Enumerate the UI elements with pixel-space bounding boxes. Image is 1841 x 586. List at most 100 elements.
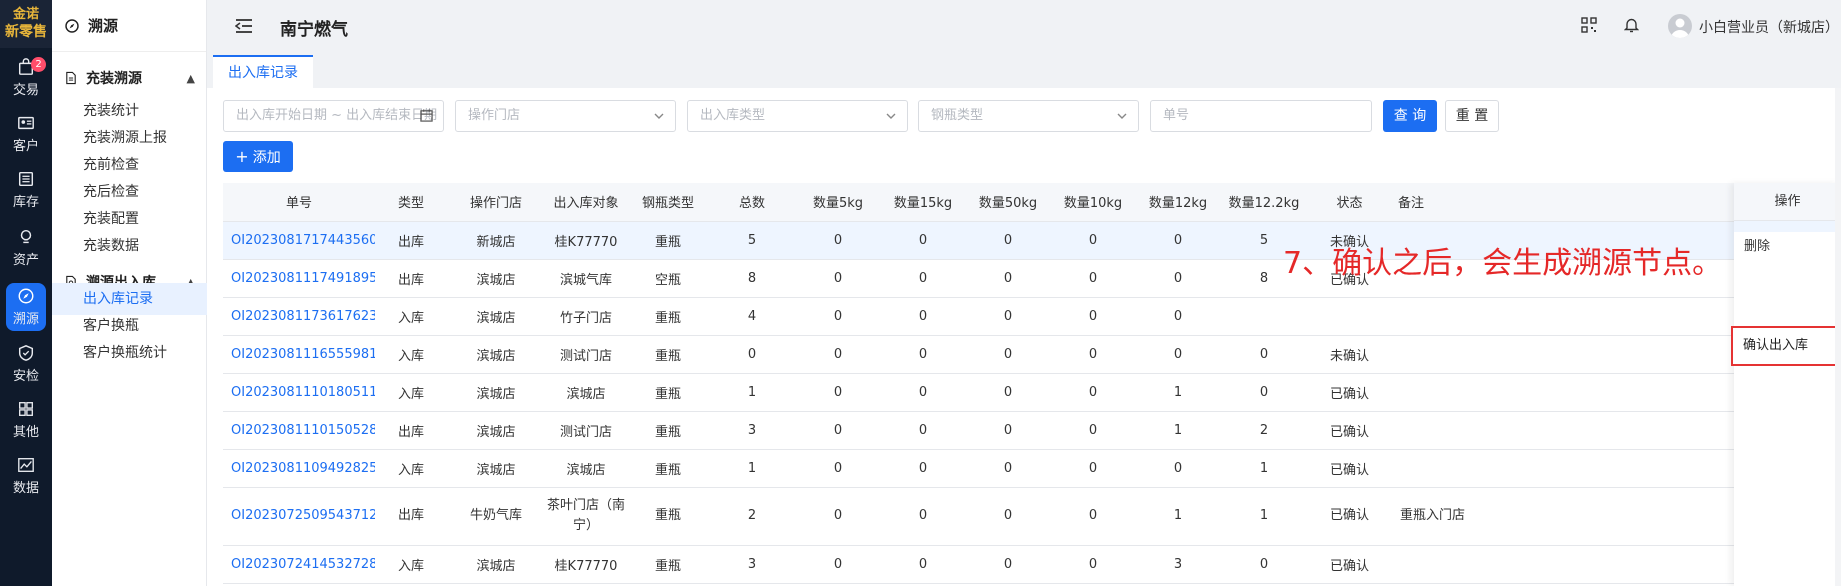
plus-icon: + xyxy=(235,147,249,166)
rail-item-stock[interactable]: 库存 xyxy=(0,164,52,216)
rail-item-data[interactable]: 数据 xyxy=(0,450,52,502)
table-cell: 滨城店 xyxy=(447,297,545,336)
qrcode-icon[interactable] xyxy=(1581,17,1597,33)
table-cell: 5 xyxy=(709,221,795,260)
nav-item-fill-data[interactable]: 充装数据 xyxy=(52,230,207,262)
table-cell: 重瓶入门店 xyxy=(1392,487,1492,546)
table-cell: 1 xyxy=(709,373,795,412)
order-no-link[interactable]: OI202307241453272889 xyxy=(223,545,375,584)
table-cell: 0 xyxy=(881,335,965,374)
table-cell: 0 xyxy=(965,297,1051,336)
date-range-placeholder: 出入库开始日期 ~ 出入库结束日期 xyxy=(236,108,438,123)
menu-fold-icon[interactable] xyxy=(235,18,253,34)
rail-item-trace[interactable]: 溯源 xyxy=(6,283,46,331)
table-cell: 0 xyxy=(1051,449,1135,488)
table-cell: 0 xyxy=(795,487,881,546)
order-no-link[interactable]: OI202307250954371213 xyxy=(223,487,375,546)
order-no-link[interactable]: OI20230811736176233 xyxy=(223,297,375,336)
table-cell: 0 xyxy=(881,373,965,412)
rail-label-trade: 交易 xyxy=(12,83,39,98)
order-no-link[interactable]: OI202308110949282589 xyxy=(223,449,375,488)
nav-group-fill-trace[interactable]: 充装溯源 ▲ xyxy=(52,62,207,94)
grid-icon xyxy=(19,402,33,416)
table-cell xyxy=(1392,297,1492,336)
table-cell: 0 xyxy=(881,487,965,546)
table-cell xyxy=(1392,373,1492,412)
app-root: 金诺 新零售 交易 2 客户 库存 资产 溯源 安检 其他 数据 溯源 充装溯源… xyxy=(0,0,1841,586)
table-row: OI202308110949282589入库滨城店滨城店重瓶1000001已确认… xyxy=(223,449,1841,488)
table-cell xyxy=(1392,335,1492,374)
table-cell: 4 xyxy=(709,297,795,336)
table-cell: 滨城店 xyxy=(447,259,545,298)
order-no-link[interactable]: OI202308111749189516 xyxy=(223,259,375,298)
table-cell: 1 xyxy=(1221,449,1307,488)
table-cell: 测试门店 xyxy=(545,411,627,450)
table-cell: 0 xyxy=(795,335,881,374)
chevron-down-icon xyxy=(1117,113,1127,119)
table-cell: 0 xyxy=(881,449,965,488)
table-cell: 入库 xyxy=(375,449,447,488)
chevron-down-icon xyxy=(654,113,664,119)
order-no-link[interactable]: OI202308111018051104 xyxy=(223,373,375,412)
scrollbar[interactable] xyxy=(1835,88,1841,586)
reset-button[interactable]: 重 置 xyxy=(1445,100,1499,132)
col-header: 数量5kg xyxy=(795,183,881,222)
rail-item-customer[interactable]: 客户 xyxy=(0,108,52,160)
tab-io-records[interactable]: 出入库记录 xyxy=(213,55,313,88)
table-header-row: 单号 类型 操作门店 出入库对象 钢瓶类型 总数 数量5kg 数量15kg 数量… xyxy=(223,183,1841,222)
io-type-select[interactable]: 出入库类型 xyxy=(687,100,908,132)
table-cell: 滨城店 xyxy=(447,373,545,412)
table-cell: 出库 xyxy=(375,487,447,546)
table-cell: 0 xyxy=(1135,259,1221,298)
table-cell: 0 xyxy=(1221,335,1307,374)
table-cell: 重瓶 xyxy=(627,449,709,488)
table-cell: 滨城店 xyxy=(447,449,545,488)
rail-label-stock: 库存 xyxy=(12,195,39,210)
bell-icon[interactable] xyxy=(1624,17,1639,33)
order-no-link[interactable]: OI20230817174435606 xyxy=(223,221,375,260)
list-icon xyxy=(18,171,34,187)
table-cell xyxy=(1392,411,1492,450)
table-cell: 未确认 xyxy=(1307,335,1392,374)
date-range-picker[interactable]: 出入库开始日期 ~ 出入库结束日期 xyxy=(223,100,444,132)
table-cell: 0 xyxy=(1135,221,1221,260)
cylinder-type-select[interactable]: 钢瓶类型 xyxy=(918,100,1139,132)
table-cell: 0 xyxy=(965,411,1051,450)
table-cell: 0 xyxy=(1135,297,1221,336)
store-select[interactable]: 操作门店 xyxy=(455,100,676,132)
table-cell: 0 xyxy=(881,221,965,260)
bulb-icon xyxy=(20,229,32,244)
rail-item-other[interactable]: 其他 xyxy=(0,394,52,446)
query-button[interactable]: 查 询 xyxy=(1383,100,1437,132)
table-cell xyxy=(1221,297,1307,336)
line-chart-icon xyxy=(18,458,34,472)
order-no-link[interactable]: OI202308111015052899 xyxy=(223,411,375,450)
avatar[interactable] xyxy=(1668,14,1692,38)
order-no-link[interactable]: OI20230811165559814 xyxy=(223,335,375,374)
menu-item-delete[interactable]: 删除 xyxy=(1734,232,1841,262)
rail-item-safety[interactable]: 安检 xyxy=(0,338,52,390)
col-header: 出入库对象 xyxy=(545,183,627,222)
cylinder-type-placeholder: 钢瓶类型 xyxy=(931,108,984,123)
table-cell: 3 xyxy=(1135,545,1221,584)
rail-item-asset[interactable]: 资产 xyxy=(0,222,52,274)
table-cell: 新城店 xyxy=(447,221,545,260)
user-name[interactable]: 小白营业员（新城店） xyxy=(1699,17,1839,37)
operation-header: 操作 xyxy=(1734,183,1841,221)
annotation-text: 7、确认之后，会生成溯源节点。 xyxy=(1283,246,1723,281)
table-cell: 0 xyxy=(1051,335,1135,374)
table-cell: 3 xyxy=(709,411,795,450)
table-cell: 0 xyxy=(881,259,965,298)
table-cell: 0 xyxy=(965,335,1051,374)
menu-item-confirm-io[interactable]: 确认出入库 xyxy=(1731,326,1838,366)
records-table: 单号 类型 操作门店 出入库对象 钢瓶类型 总数 数量5kg 数量15kg 数量… xyxy=(223,183,1841,584)
add-button[interactable]: + 添加 xyxy=(223,141,293,172)
order-no-input[interactable]: 单号 xyxy=(1150,100,1372,132)
col-header: 备注 xyxy=(1392,183,1492,222)
table-cell: 0 xyxy=(965,259,1051,298)
table-cell: 0 xyxy=(1051,487,1135,546)
nav-item-swap-stats[interactable]: 客户换瓶统计 xyxy=(52,337,207,369)
top-header: 南宁燃气 小白营业员（新城店） xyxy=(207,0,1841,52)
table-cell: 滨城店 xyxy=(545,449,627,488)
rail-item-trade[interactable]: 交易 2 xyxy=(0,52,52,104)
